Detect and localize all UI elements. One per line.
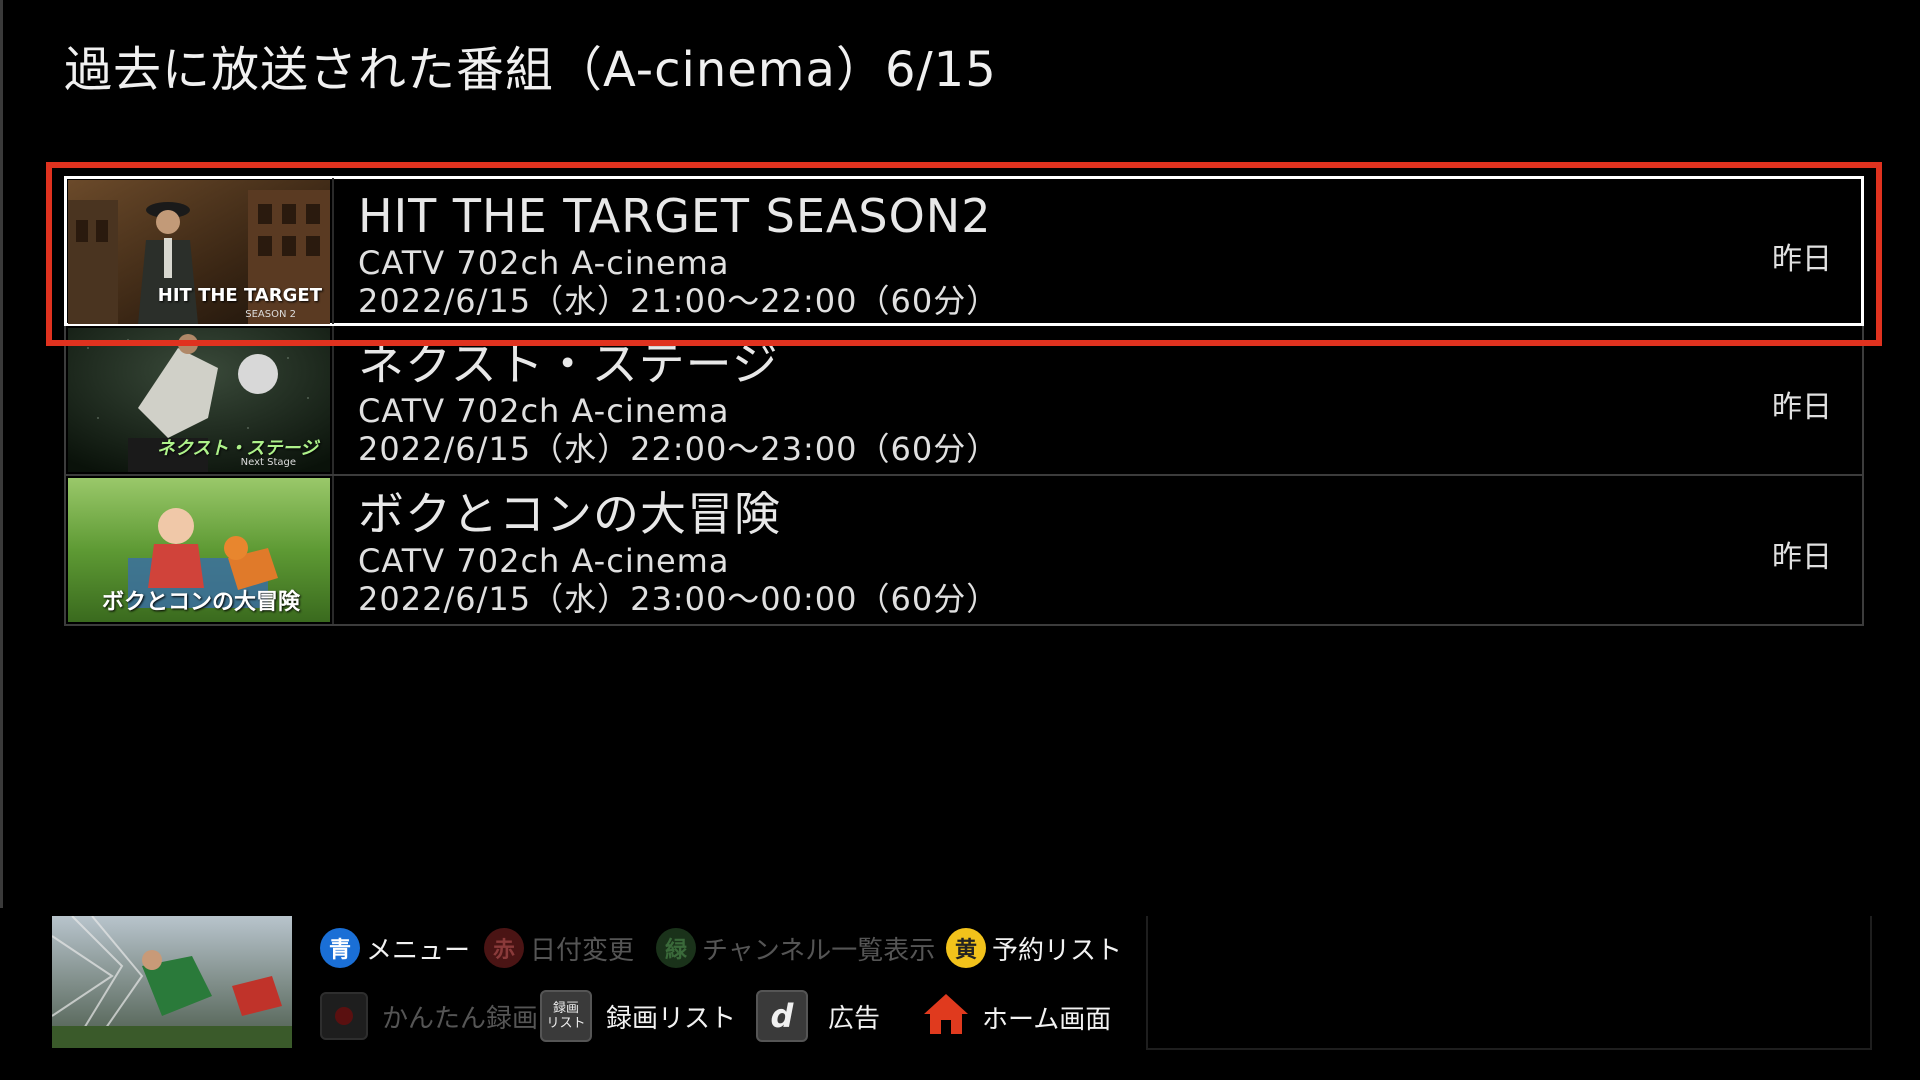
- green-button-icon: 緑: [656, 928, 696, 968]
- program-row[interactable]: HIT THE TARGET SEASON 2 HIT THE TARGET S…: [64, 176, 1864, 326]
- program-list: HIT THE TARGET SEASON 2 HIT THE TARGET S…: [64, 176, 1864, 626]
- red-button-date-change[interactable]: 赤 日付変更: [484, 928, 634, 968]
- record-list-key-line1: 録画: [552, 1001, 579, 1016]
- green-button-label: チャンネル一覧表示: [702, 935, 936, 966]
- program-title: HIT THE TARGET SEASON2: [358, 189, 992, 243]
- footer-info-panel: [1146, 916, 1872, 1050]
- program-row[interactable]: ボクとコンの大冒険 ボクとコンの大冒険 CATV 702ch A-cinema …: [64, 476, 1864, 626]
- record-list-button[interactable]: 録画 リスト 録画リスト: [540, 990, 736, 1042]
- program-info: ネクスト・ステージ CATV 702ch A-cinema 2022/6/15（…: [358, 336, 1742, 468]
- program-day: 昨日: [1772, 390, 1832, 425]
- program-title: ボクとコンの大冒険: [358, 487, 781, 541]
- program-thumbnail: ボクとコンの大冒険: [68, 478, 330, 622]
- home-icon: [922, 990, 970, 1045]
- program-datetime: 2022/6/15（水）23:00〜00:00（60分）: [358, 580, 1000, 618]
- home-label: ホーム画面: [982, 1005, 1112, 1035]
- row-divider: [332, 178, 334, 324]
- easy-record-label: かんたん録画: [382, 1003, 539, 1034]
- program-datetime: 2022/6/15（水）21:00〜22:00（60分）: [358, 282, 1000, 320]
- blue-button-icon: 青: [320, 928, 360, 968]
- record-list-key-line2: リスト: [546, 1016, 586, 1031]
- program-channel: CATV 702ch A-cinema: [358, 392, 730, 430]
- program-channel: CATV 702ch A-cinema: [358, 244, 730, 282]
- record-list-label: 録画リスト: [606, 1003, 737, 1034]
- record-list-key-icon: 録画 リスト: [540, 990, 592, 1042]
- program-thumbnail: ネクスト・ステージ Next Stage: [68, 328, 330, 472]
- record-icon: [320, 992, 368, 1040]
- red-button-icon: 赤: [484, 928, 524, 968]
- easy-record-button[interactable]: かんたん録画: [320, 992, 538, 1040]
- program-channel: CATV 702ch A-cinema: [358, 542, 730, 580]
- program-day: 昨日: [1772, 540, 1832, 575]
- program-datetime: 2022/6/15（水）22:00〜23:00（60分）: [358, 430, 1000, 468]
- blue-button-label: メニュー: [366, 935, 471, 966]
- screen-edge-line: [0, 0, 3, 908]
- thumbnail-caption: ボクとコンの大冒険: [101, 590, 300, 615]
- yellow-button-reservation-list[interactable]: 黄 予約リスト: [946, 928, 1122, 968]
- thumbnail-subcaption: Next Stage: [240, 457, 296, 468]
- thumbnail-subcaption: SEASON 2: [245, 309, 296, 320]
- home-button[interactable]: ホーム画面: [922, 990, 1111, 1045]
- row-divider: [332, 326, 334, 474]
- red-button-label: 日付変更: [530, 935, 635, 966]
- blue-button-menu[interactable]: 青 メニュー: [320, 928, 470, 968]
- d-button-label: 広告: [828, 1003, 881, 1034]
- yellow-button-icon: 黄: [946, 928, 986, 968]
- d-button-ad[interactable]: d 広告: [756, 990, 880, 1042]
- page-title: 過去に放送された番組（A-cinema）6/15: [64, 42, 997, 98]
- live-preview-thumbnail: [52, 916, 292, 1048]
- row-divider: [332, 476, 334, 624]
- program-title: ネクスト・ステージ: [358, 337, 779, 391]
- d-button-icon: d: [756, 990, 808, 1042]
- program-thumbnail: HIT THE TARGET SEASON 2: [68, 180, 330, 324]
- yellow-button-label: 予約リスト: [992, 935, 1123, 966]
- program-info: ボクとコンの大冒険 CATV 702ch A-cinema 2022/6/15（…: [358, 486, 1742, 618]
- program-day: 昨日: [1772, 242, 1832, 277]
- thumbnail-caption: HIT THE TARGET: [157, 285, 322, 306]
- green-button-channel-list[interactable]: 緑 チャンネル一覧表示: [656, 928, 935, 968]
- program-info: HIT THE TARGET SEASON2 CATV 702ch A-cine…: [358, 188, 1742, 320]
- program-row[interactable]: ネクスト・ステージ Next Stage ネクスト・ステージ CATV 702c…: [64, 326, 1864, 476]
